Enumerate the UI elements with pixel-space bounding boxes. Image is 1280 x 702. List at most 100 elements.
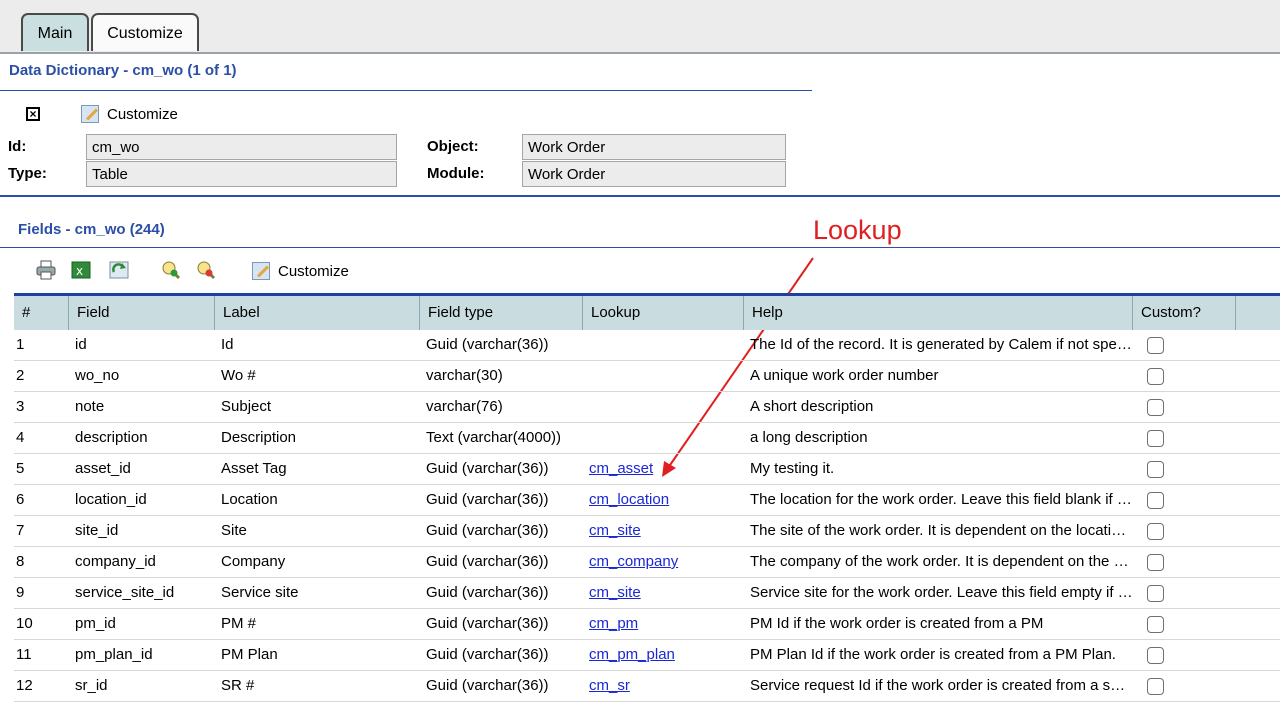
zoom-in-button[interactable] (160, 259, 182, 281)
custom-checkbox[interactable] (1147, 646, 1164, 664)
cell-custom (1133, 392, 1236, 422)
custom-checkbox[interactable] (1147, 677, 1164, 695)
cell-lookup: cm_sr (583, 671, 744, 701)
cell-help: The company of the work order. It is dep… (750, 553, 1133, 570)
cell-lookup (583, 361, 744, 391)
lookup-link[interactable]: cm_pm (589, 615, 638, 632)
tab-main[interactable]: Main (21, 13, 89, 51)
lookup-link[interactable]: cm_sr (589, 677, 630, 694)
refresh-icon (109, 261, 129, 279)
column-header[interactable]: # (14, 296, 69, 330)
cell-custom (1133, 423, 1236, 453)
cell-type: Guid (varchar(36)) (426, 584, 549, 601)
customize-button[interactable]: Customize (75, 99, 187, 129)
table-row[interactable]: 2 wo_no Wo # varchar(30) A unique work order… (14, 361, 1280, 392)
custom-checkbox[interactable] (1147, 522, 1164, 540)
fields-customize-label: Customize (278, 262, 349, 280)
table-row[interactable]: 3 note Subject varchar(76) A short descripti… (14, 392, 1280, 423)
column-header[interactable]: Help (744, 296, 1133, 330)
column-header[interactable]: Lookup (583, 296, 744, 330)
refresh-button[interactable] (108, 259, 130, 281)
zoom-out-button[interactable] (195, 259, 217, 281)
custom-checkbox[interactable] (1147, 367, 1164, 385)
lookup-annotation: Lookup (813, 215, 902, 245)
close-icon: × (26, 107, 40, 121)
fields-table: # Field Label Field type Lookup Help Custom? 1… (14, 293, 1280, 702)
cell-label: Asset Tag (221, 460, 287, 477)
print-button[interactable] (35, 259, 57, 281)
cell-lookup: cm_site (583, 516, 744, 546)
column-header[interactable]: Label (215, 296, 420, 330)
cell-index: 8 (16, 553, 25, 570)
custom-checkbox[interactable] (1147, 460, 1164, 478)
cell-index: 9 (16, 584, 25, 601)
type-field[interactable]: Table (86, 161, 397, 187)
cell-label: Service site (221, 584, 299, 601)
zoom-in-icon (162, 261, 181, 280)
table-row[interactable]: 7 site_id Site Guid (varchar(36)) cm_site The… (14, 516, 1280, 547)
cell-type: Guid (varchar(36)) (426, 553, 549, 570)
customize-icon (252, 262, 270, 280)
cell-type: Guid (varchar(36)) (426, 522, 549, 539)
customize-button-label: Customize (107, 105, 178, 123)
cell-lookup: cm_pm_plan (583, 640, 744, 670)
table-row[interactable]: 12 sr_id SR # Guid (varchar(36)) cm_sr Servic… (14, 671, 1280, 702)
close-button[interactable]: × (20, 102, 46, 126)
table-row[interactable]: 5 asset_id Asset Tag Guid (varchar(36)) cm_a… (14, 454, 1280, 485)
lookup-link[interactable]: cm_site (589, 522, 641, 539)
custom-checkbox[interactable] (1147, 491, 1164, 509)
table-row[interactable]: 1 id Id Guid (varchar(36)) The Id of the rec… (14, 330, 1280, 361)
export-button[interactable]: x (70, 259, 92, 281)
table-row[interactable]: 8 company_id Company Guid (varchar(36)) cm_c… (14, 547, 1280, 578)
cell-index: 3 (16, 398, 25, 415)
lookup-link[interactable]: cm_pm_plan (589, 646, 675, 663)
print-icon (36, 260, 56, 280)
cell-custom (1133, 578, 1236, 608)
cell-index: 4 (16, 429, 25, 446)
column-header[interactable]: Field type (420, 296, 583, 330)
custom-checkbox[interactable] (1147, 398, 1164, 416)
cell-custom (1133, 485, 1236, 515)
cell-custom (1133, 330, 1236, 360)
id-field[interactable]: cm_wo (86, 134, 397, 160)
custom-checkbox[interactable] (1147, 429, 1164, 447)
cell-index: 2 (16, 367, 25, 384)
column-header[interactable]: Field (69, 296, 215, 330)
lookup-link[interactable]: cm_asset (589, 460, 653, 477)
cell-index: 10 (16, 615, 33, 632)
object-field[interactable]: Work Order (522, 134, 786, 160)
lookup-link[interactable]: cm_location (589, 491, 669, 508)
cell-field: service_site_id (75, 584, 175, 601)
cell-index: 7 (16, 522, 25, 539)
cell-type: Guid (varchar(36)) (426, 491, 549, 508)
cell-help: PM Plan Id if the work order is created … (750, 646, 1116, 663)
custom-checkbox[interactable] (1147, 336, 1164, 354)
table-header: # Field Label Field type Lookup Help Custom? (14, 293, 1280, 330)
top-strip (0, 0, 1280, 7)
cell-type: Guid (varchar(36)) (426, 336, 549, 353)
lookup-link[interactable]: cm_company (589, 553, 678, 570)
cell-type: varchar(30) (426, 367, 503, 384)
cell-label: Wo # (221, 367, 256, 384)
cell-help: PM Id if the work order is created from … (750, 615, 1044, 632)
custom-checkbox[interactable] (1147, 584, 1164, 602)
table-row[interactable]: 4 description Description Text (varchar(400… (14, 423, 1280, 454)
fields-customize-button[interactable]: Customize (246, 256, 358, 286)
table-row[interactable]: 6 location_id Location Guid (varchar(36)) cm… (14, 485, 1280, 516)
cell-field: location_id (75, 491, 147, 508)
custom-checkbox[interactable] (1147, 615, 1164, 633)
lookup-link[interactable]: cm_site (589, 584, 641, 601)
cell-label: PM # (221, 615, 257, 632)
module-field[interactable]: Work Order (522, 161, 786, 187)
table-row[interactable]: 10 pm_id PM # Guid (varchar(36)) cm_pm PM Id … (14, 609, 1280, 640)
tab-customize[interactable]: Customize (91, 13, 199, 51)
cell-help: The location for the work order. Leave t… (750, 491, 1133, 508)
table-row[interactable]: 11 pm_plan_id PM Plan Guid (varchar(36)) cm_… (14, 640, 1280, 671)
cell-field: id (75, 336, 87, 353)
custom-checkbox[interactable] (1147, 553, 1164, 571)
cell-index: 11 (16, 646, 32, 663)
column-header[interactable]: Custom? (1133, 296, 1236, 330)
cell-field: company_id (75, 553, 156, 570)
cell-label: Site (221, 522, 247, 539)
table-row[interactable]: 9 service_site_id Service site Guid (varcha… (14, 578, 1280, 609)
